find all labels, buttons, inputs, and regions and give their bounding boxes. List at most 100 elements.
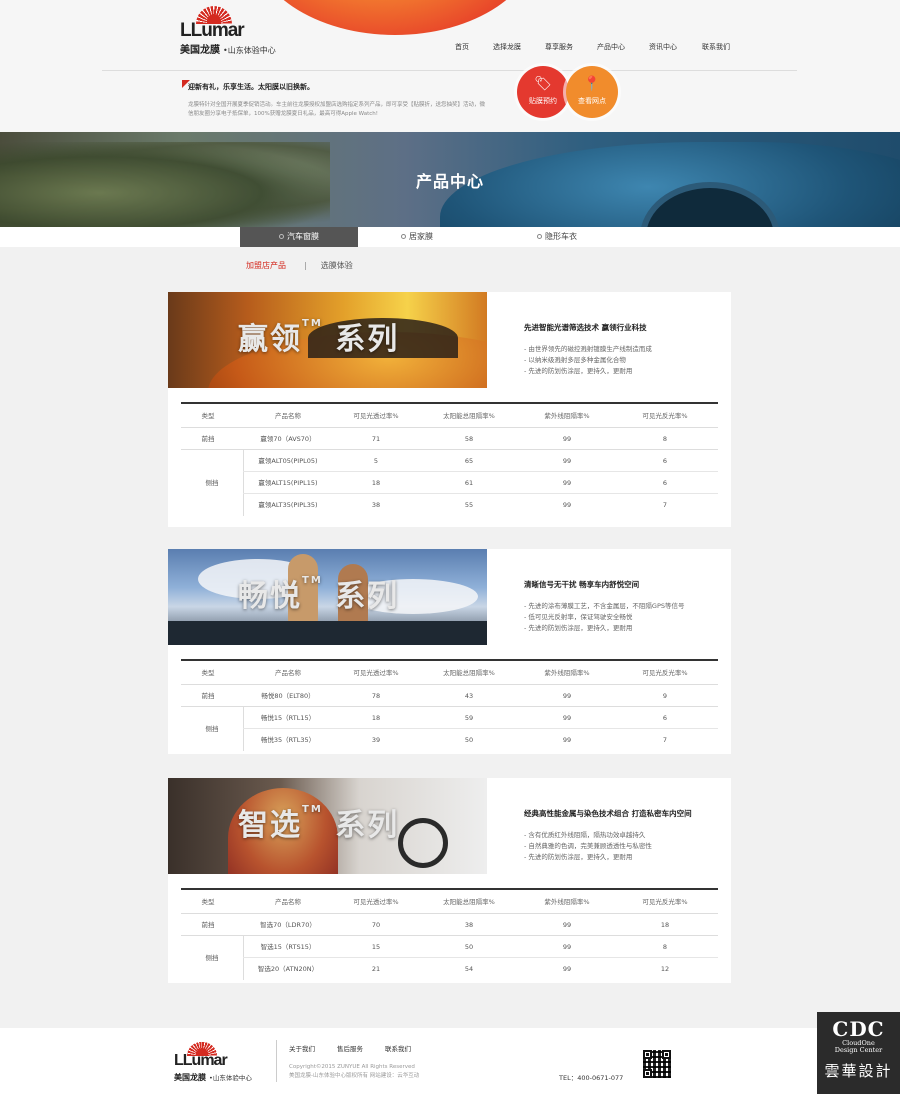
table-header-cell: 可见光透过率% (353, 669, 399, 677)
footer-link-about[interactable]: 关于我们 (289, 1045, 315, 1053)
series-title: 畅悦TM 系列 (238, 575, 400, 614)
steering-wheel-icon (398, 818, 448, 868)
table-header-cell: 太阳能总阻隔率% (443, 412, 495, 420)
table-row: 前挡 畅悦80（ELT80） 78 43 99 9 (181, 685, 718, 707)
table-row: 赢领ALT05(PIPL05) 5 65 99 6 (243, 450, 718, 472)
footer-divider (276, 1040, 277, 1082)
tag-icon: 🏷 (534, 76, 552, 92)
feature-item: - 低可见光反射率，保证驾驶安全畅悦 (524, 613, 633, 621)
series-title: 智选TM 系列 (238, 804, 400, 843)
hero-banner: 产品中心 (0, 132, 900, 227)
side-type-label: 侧挡 (205, 954, 219, 962)
table-header-cell: 可见光透过率% (353, 898, 399, 906)
product-image: 赢领TM 系列 (168, 292, 487, 388)
feature-item: - 先进的涂布薄膜工艺，不含金属层，不阻隔GPS等信号 (524, 602, 685, 610)
spec-table: 类型 产品名称 可见光透过率% 太阳能总阻隔率% 紫外线阻隔率% 可见光反光率% 前挡 畅悦8… (181, 659, 718, 751)
site-header: LLumar 美国龙膜 •山东体验中心 首页 选择龙膜 尊享服务 产品中心 资讯中… (0, 0, 900, 132)
table-header-cell: 可见光反光率% (642, 412, 688, 420)
feature-list: - 先进的涂布薄膜工艺，不含金属层，不阻隔GPS等信号 - 低可见光反射率，保证驾… (524, 601, 685, 634)
table-header-cell: 紫外线阻隔率% (544, 898, 590, 906)
tab-car-film[interactable]: 汽车窗膜 (240, 227, 358, 247)
nav-choose[interactable]: 选择龙膜 (493, 42, 521, 52)
page-title: 产品中心 (415, 172, 484, 191)
main-nav: 首页 选择龙膜 尊享服务 产品中心 资讯中心 联系我们 (0, 42, 900, 56)
footer-phone: TEL：400-0671-077 (559, 1074, 624, 1082)
promo-title: 迎新有礼，乐享生活。太阳膜以旧换新。 (188, 83, 314, 91)
feature-list: - 含有优质红外线阻隔，隔热功效卓越持久 - 自然典雅的色调，完美兼顾透透性与私密… (524, 830, 652, 863)
tab-paint-protection[interactable]: 隐形车衣 (498, 227, 616, 247)
product-card: 畅悦TM 系列 清晰信号无干扰 畅享车内舒悦空间 - 先进的涂布薄膜工艺，不含金属层… (168, 549, 731, 754)
book-appointment-button[interactable]: 🏷 贴膜预约 (517, 66, 569, 118)
radio-dot-icon (401, 234, 406, 239)
designer-watermark: CDC CloudOne Design Center 雲華設計 (817, 1012, 900, 1094)
product-headline: 先进智能光谱筛选技术 赢领行业科技 (524, 323, 647, 332)
find-store-button[interactable]: 📍 查看网点 (566, 66, 618, 118)
table-header-cell: 类型 (201, 898, 215, 906)
nav-products[interactable]: 产品中心 (597, 42, 625, 52)
table-header-cell: 紫外线阻隔率% (544, 412, 590, 420)
site-footer: LLumar 美国龙膜 •山东体验中心 关于我们 售后服务 联系我们 Copyrigh… (0, 1028, 900, 1094)
series-title: 赢领TM 系列 (238, 318, 400, 357)
product-headline: 经典高性能金属与染色技术组合 打造私密车内空间 (524, 809, 692, 818)
feature-list: - 由世界领先的磁控溅射镀膜生产线制造而成 - 以纳米级溅射多层多种金属化合物 - … (524, 344, 652, 377)
table-row: 赢领ALT15(PIPL15) 18 61 99 6 (243, 472, 718, 494)
feature-item: - 先进的防划伤涂层，更持久，更耐用 (524, 853, 633, 861)
feature-item: - 以纳米级溅射多层多种金属化合物 (524, 356, 626, 364)
tab-home-film[interactable]: 居家膜 (358, 227, 476, 247)
feature-item: - 先进的防划伤涂层，更持久，更耐用 (524, 624, 633, 632)
feature-item: - 先进的防划伤涂层，更持久，更耐用 (524, 367, 633, 375)
table-row: 赢领ALT35(PIPL35) 38 55 99 7 (258, 501, 668, 509)
sub-nav: 加盟店产品 | 选膜体验 (246, 261, 353, 270)
location-pin-icon: 📍 (583, 76, 601, 92)
nav-home[interactable]: 首页 (455, 42, 469, 52)
promo-description: 龙膜特针对全国开展夏季促销活动。车主前往龙膜授权加盟店选购指定系列产品，即可享受… (188, 102, 486, 117)
product-image: 畅悦TM 系列 (168, 549, 487, 645)
table-header-cell: 产品名称 (275, 412, 301, 420)
header-divider (102, 70, 797, 71)
product-card: 赢领TM 系列 先进智能光谱筛选技术 赢领行业科技 - 由世界领先的磁控溅射镀膜生产… (168, 292, 731, 527)
nav-contact[interactable]: 联系我们 (702, 42, 730, 52)
spec-table: 类型 产品名称 可见光透过率% 太阳能总阻隔率% 紫外线阻隔率% 可见光反光率% 前挡 赢领7… (181, 402, 718, 516)
table-header-cell: 类型 (201, 412, 215, 420)
product-card: 智选TM 系列 经典高性能金属与染色技术组合 打造私密车内空间 - 含有优质红外线阻… (168, 778, 731, 983)
footer-logo[interactable]: LLumar 美国龙膜 •山东体验中心 (174, 1042, 274, 1082)
table-row: 智选15（RTS15） 15 50 99 8 (243, 936, 718, 958)
footer-link-contact[interactable]: 联系我们 (385, 1045, 411, 1053)
logo-wordmark: LLumar (180, 20, 245, 41)
table-header-cell: 产品名称 (275, 669, 301, 677)
spec-table: 类型 产品名称 可见光透过率% 太阳能总阻隔率% 紫外线阻隔率% 可见光反光率% 前挡 智选7… (181, 888, 718, 980)
side-type-label: 侧挡 (205, 725, 219, 733)
side-type-label: 侧挡 (205, 479, 219, 487)
feature-item: - 由世界领先的磁控溅射镀膜生产线制造而成 (524, 345, 652, 353)
table-row: 智选20（ATN20N） 21 54 99 12 (257, 965, 670, 973)
table-row: 畅悦15（RTL15） 18 59 99 6 (243, 707, 718, 729)
table-header-cell: 可见光反光率% (642, 669, 688, 677)
table-header-row: 类型 产品名称 可见光透过率% 太阳能总阻隔率% 紫外线阻隔率% 可见光反光率% (181, 404, 718, 428)
nav-news[interactable]: 资讯中心 (649, 42, 677, 52)
product-headline: 清晰信号无干扰 畅享车内舒悦空间 (524, 580, 640, 589)
qr-code-icon (643, 1050, 671, 1078)
feature-item: - 自然典雅的色调，完美兼顾透透性与私密性 (524, 842, 652, 850)
table-row: 前挡 智选70（LDR70） 70 38 99 18 (181, 914, 718, 936)
table-header-cell: 太阳能总阻隔率% (443, 898, 495, 906)
footer-links: 关于我们 售后服务 联系我们 (289, 1043, 433, 1053)
table-header-cell: 太阳能总阻隔率% (443, 669, 495, 677)
table-header-cell: 可见光反光率% (642, 898, 688, 906)
footer-link-aftersales[interactable]: 售后服务 (337, 1045, 363, 1053)
table-row: 前挡 赢领70（AVS70） 71 58 99 8 (181, 428, 718, 450)
radio-dot-icon (537, 234, 542, 239)
table-header-row: 类型 产品名称 可见光透过率% 太阳能总阻隔率% 紫外线阻隔率% 可见光反光率% (181, 661, 718, 685)
footer-copyright: Copyright©2015 ZUNYUE All Rights Reserve… (289, 1064, 420, 1079)
feature-item: - 含有优质红外线阻隔，隔热功效卓越持久 (524, 831, 646, 839)
table-row: 畅悦35（RTL35） 39 50 99 7 (260, 736, 668, 744)
subnav-film-experience[interactable]: 选膜体验 (321, 261, 353, 270)
product-image: 智选TM 系列 (168, 778, 487, 874)
nav-service[interactable]: 尊享服务 (545, 42, 573, 52)
subnav-dealer-products[interactable]: 加盟店产品 (246, 261, 286, 270)
table-header-cell: 产品名称 (275, 898, 301, 906)
table-header-cell: 类型 (201, 669, 215, 677)
radio-dot-icon (279, 234, 284, 239)
category-tabs: 汽车窗膜 居家膜 隐形车衣 (0, 227, 900, 247)
table-header-cell: 可见光透过率% (353, 412, 399, 420)
table-header-row: 类型 产品名称 可见光透过率% 太阳能总阻隔率% 紫外线阻隔率% 可见光反光率% (181, 890, 718, 914)
